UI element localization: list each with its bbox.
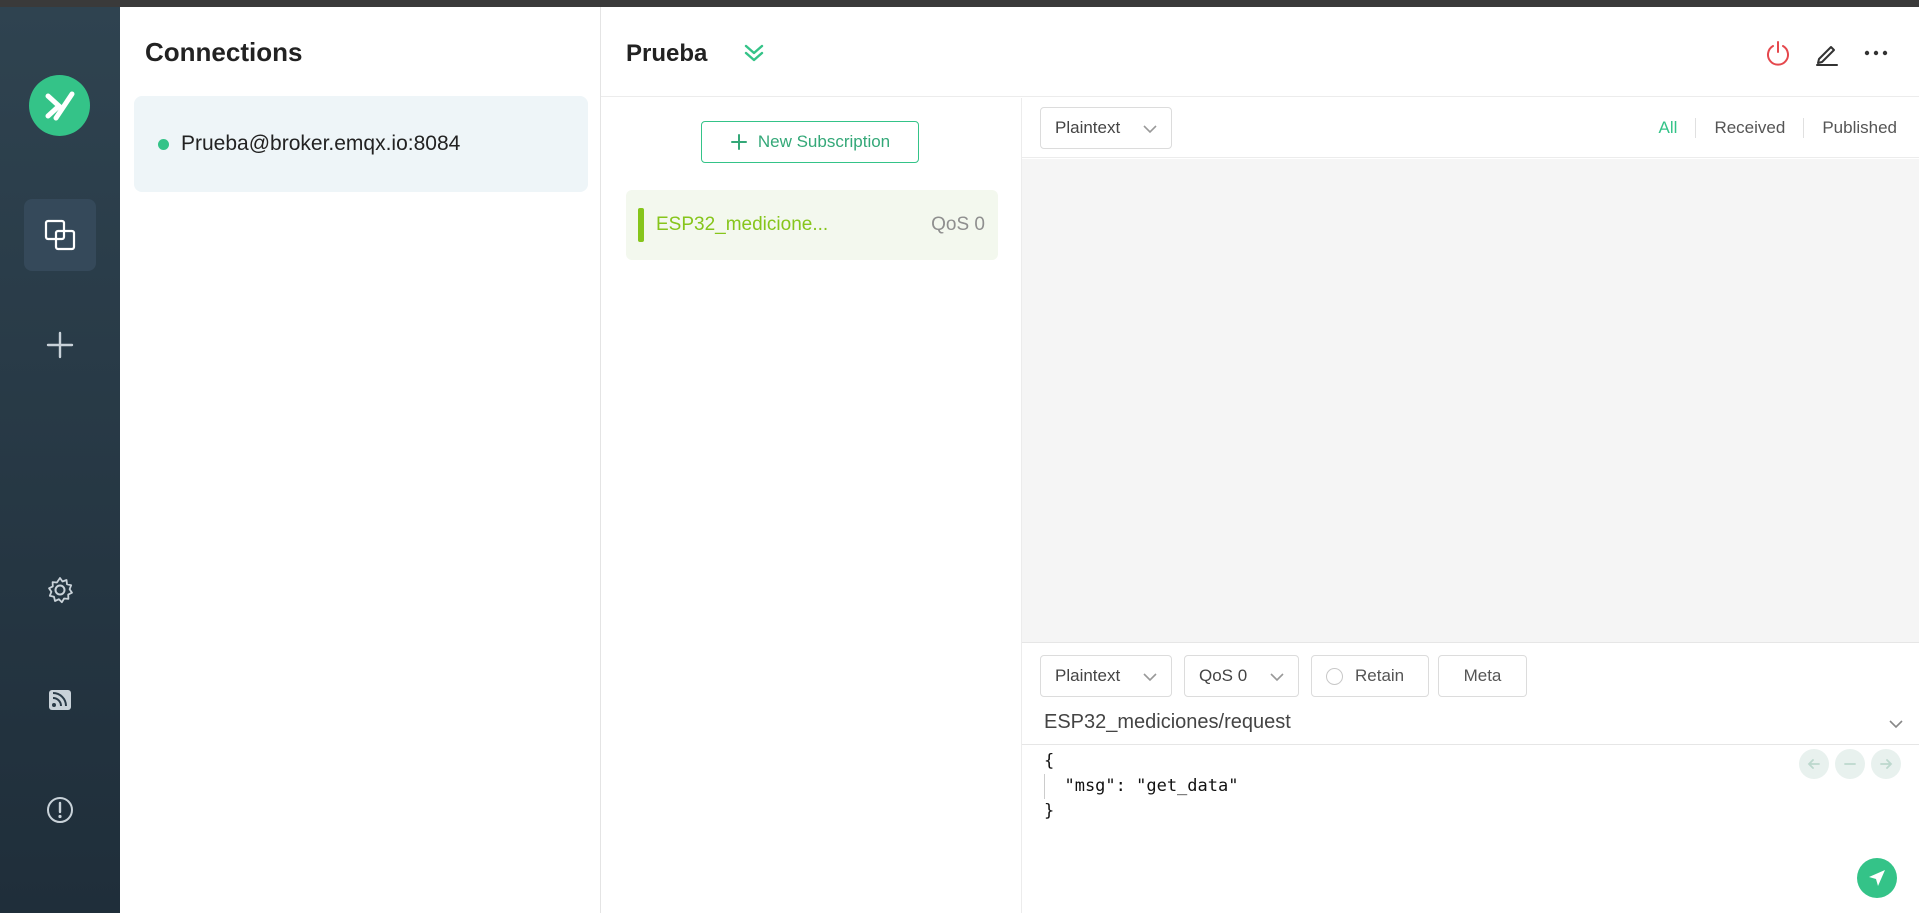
chevron-down-icon: [1143, 125, 1157, 134]
edit-icon[interactable]: [1811, 37, 1843, 69]
messages-area: Plaintext All Received Published Plainte…: [1022, 98, 1919, 913]
left-nav: [0, 7, 120, 913]
filter-received[interactable]: Received: [1695, 118, 1803, 138]
arrow-right-icon[interactable]: [1871, 749, 1901, 779]
new-subscription-label: New Subscription: [757, 132, 891, 151]
payload-editor[interactable]: { "msg": "get_data" }: [1044, 749, 1238, 824]
subscription-item[interactable]: ESP32_medicione... QoS 0: [626, 190, 998, 260]
publish-topic-input[interactable]: ESP32_mediciones/request: [1044, 711, 1291, 734]
payload-line: {: [1044, 751, 1055, 771]
main-area: Prueba New Subscription ESP32_medicione.…: [601, 7, 1919, 913]
payload-line: "msg": "get_data": [1044, 776, 1239, 796]
chevron-down-icon: [1143, 673, 1157, 682]
meta-button[interactable]: Meta: [1438, 655, 1527, 697]
subscriptions-column: New Subscription ESP32_medicione... QoS …: [601, 98, 1022, 913]
connections-icon[interactable]: [24, 199, 96, 271]
power-icon[interactable]: [1762, 37, 1794, 69]
send-button[interactable]: [1857, 858, 1897, 898]
message-filters: All Received Published: [1641, 118, 1897, 138]
retain-toggle[interactable]: Retain: [1311, 655, 1429, 697]
send-icon: [1869, 870, 1885, 886]
qos-select[interactable]: QoS 0: [1184, 655, 1299, 697]
publish-area: Plaintext QoS 0 Retain Meta ESP32_medici…: [1022, 642, 1919, 913]
messages-toolbar: Plaintext All Received Published: [1022, 98, 1919, 158]
main-header: Prueba: [601, 7, 1919, 97]
connection-item[interactable]: Prueba@broker.emqx.io:8084: [134, 96, 588, 192]
message-format-value: Plaintext: [1055, 118, 1121, 137]
subscription-qos: QoS 0: [931, 214, 985, 235]
connection-name: Prueba@broker.emqx.io:8084: [181, 132, 461, 155]
retain-label: Retain: [1355, 666, 1405, 685]
history-navigation: [1799, 749, 1901, 779]
chevron-down-icon[interactable]: [1887, 715, 1905, 733]
connections-title: Connections: [145, 37, 303, 67]
filter-all[interactable]: All: [1641, 118, 1696, 138]
qos-value: QoS 0: [1199, 666, 1248, 685]
emqx-logo-icon[interactable]: [29, 75, 90, 136]
collapse-icon[interactable]: [742, 41, 766, 70]
plus-icon[interactable]: [24, 309, 96, 381]
feed-icon[interactable]: [24, 664, 96, 736]
publish-topic-row[interactable]: ESP32_mediciones/request: [1022, 701, 1919, 745]
subscription-color-bar: [638, 208, 644, 242]
plus-icon: [730, 134, 747, 150]
gear-icon[interactable]: [24, 554, 96, 626]
payload-format-select[interactable]: Plaintext: [1040, 655, 1172, 697]
chevron-down-icon: [1270, 673, 1284, 682]
message-format-select[interactable]: Plaintext: [1040, 107, 1172, 149]
connection-status-dot: [158, 138, 169, 150]
new-subscription-button[interactable]: New Subscription: [701, 121, 919, 163]
messages-list[interactable]: [1022, 159, 1919, 642]
meta-label: Meta: [1463, 666, 1502, 685]
more-icon[interactable]: [1860, 37, 1892, 69]
info-icon[interactable]: [24, 774, 96, 846]
arrow-left-icon[interactable]: [1799, 749, 1829, 779]
window-top-strip: [0, 0, 1919, 7]
payload-line: }: [1044, 801, 1055, 821]
page-title: Prueba: [626, 40, 708, 67]
subscription-topic: ESP32_medicione...: [656, 214, 829, 235]
retain-radio[interactable]: [1326, 667, 1343, 685]
connections-panel: Connections Prueba@broker.emqx.io:8084: [120, 7, 601, 913]
payload-format-value: Plaintext: [1055, 666, 1121, 685]
minus-icon[interactable]: [1835, 749, 1865, 779]
filter-published[interactable]: Published: [1803, 118, 1897, 138]
